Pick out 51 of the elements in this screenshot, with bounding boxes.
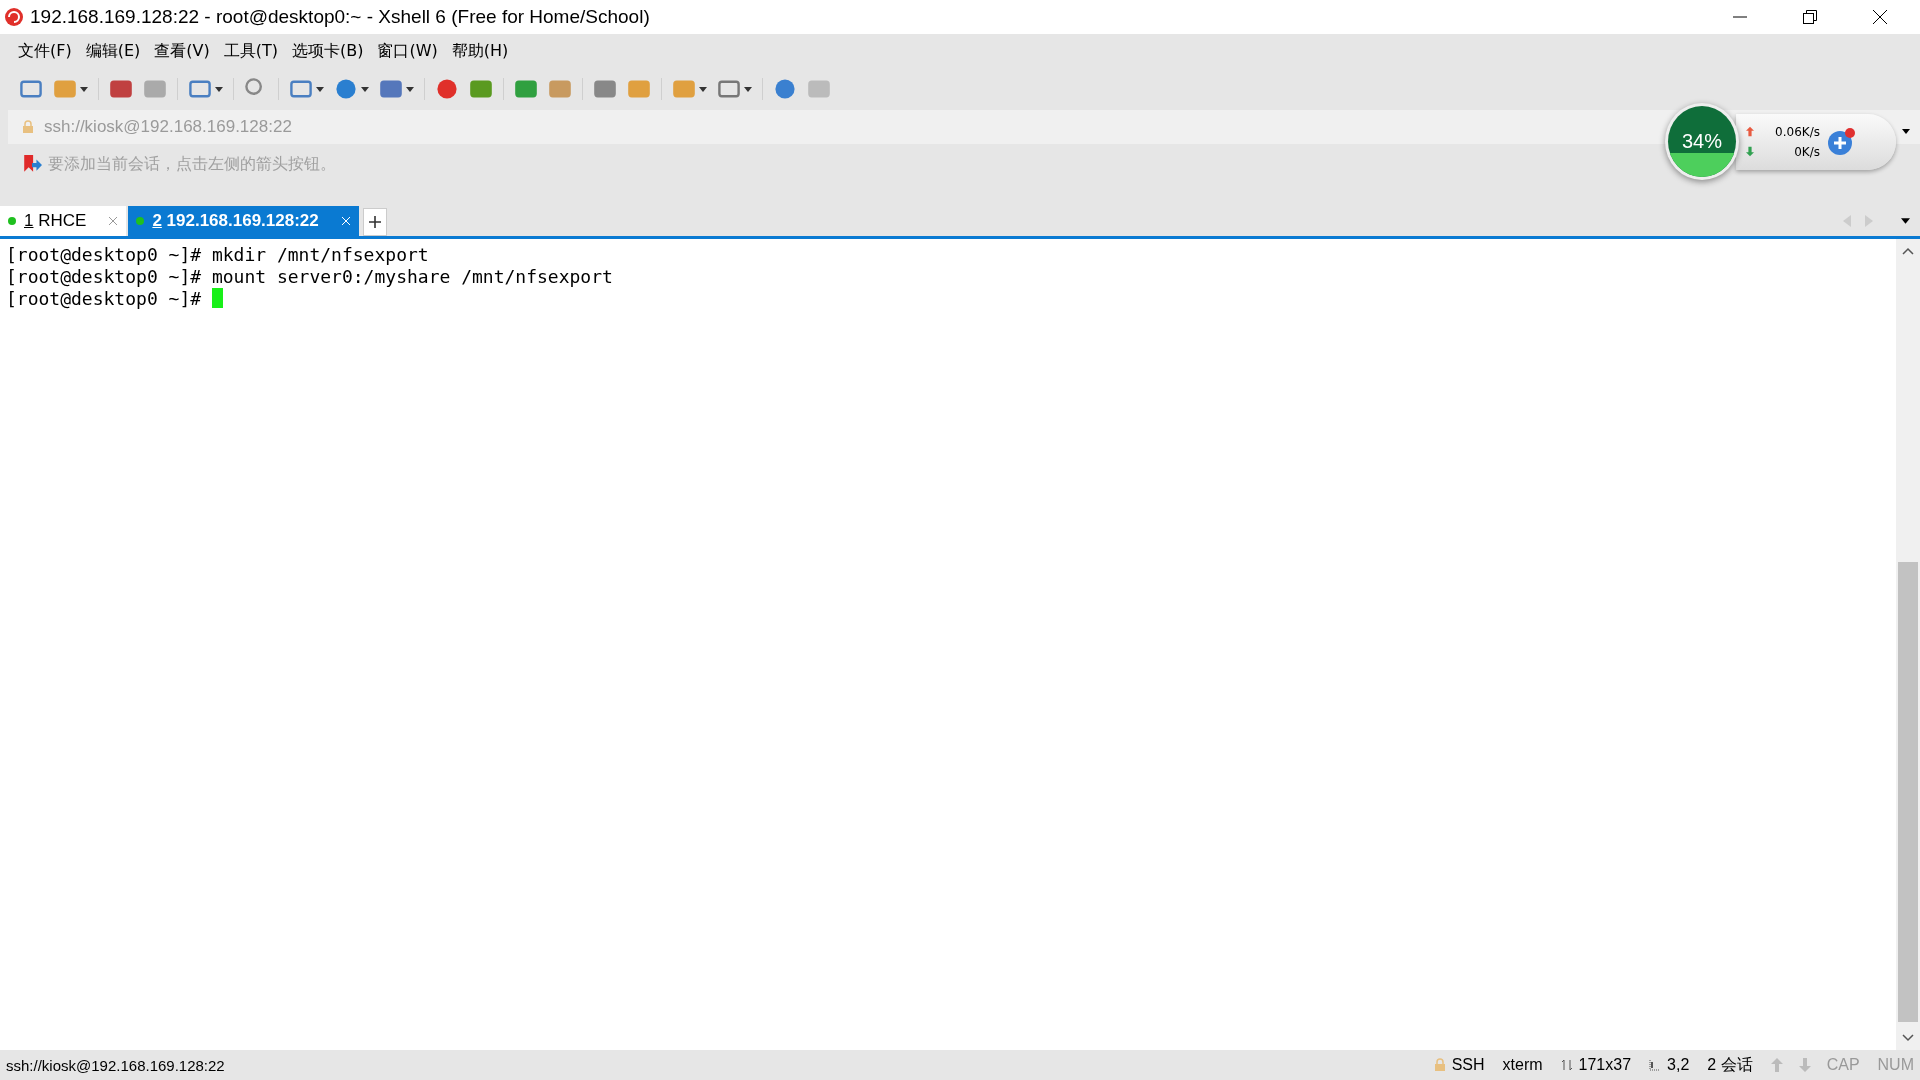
address-text: ssh://kiosk@192.168.169.128:22: [44, 117, 292, 137]
dropdown-arrow-icon[interactable]: [1902, 129, 1910, 134]
app-logo-icon: [4, 7, 24, 27]
dropdown-arrow-icon[interactable]: [744, 86, 752, 92]
dropdown-arrow-icon[interactable]: [699, 86, 707, 92]
bookmark-arrow-icon[interactable]: [22, 154, 42, 174]
plus-icon[interactable]: [1826, 126, 1856, 157]
menu-item[interactable]: 编辑(E): [85, 40, 141, 62]
upload-speed: 0.06K/s: [1775, 124, 1820, 139]
dropdown-arrow-icon[interactable]: [361, 86, 369, 92]
scroll-down-icon[interactable]: [1902, 1034, 1914, 1042]
dropdown-arrow-icon[interactable]: [80, 86, 88, 92]
close-icon[interactable]: [1872, 9, 1888, 25]
network-speed-panel[interactable]: 0.06K/s 0K/s: [1736, 113, 1896, 170]
menu-item[interactable]: 查看(V): [154, 40, 210, 62]
terminal-line: [root@desktop0 ~]#: [6, 287, 203, 309]
caps-lock-indicator: CAP: [1826, 1056, 1860, 1074]
download-speed: 0K/s: [1794, 144, 1820, 159]
menu-item[interactable]: 窗口(W): [377, 40, 438, 62]
scroll-up-icon[interactable]: [1902, 247, 1914, 255]
status-address: ssh://kiosk@192.168.169.128:22: [6, 1056, 225, 1074]
session-tab[interactable]: 2 192.168.169.128:22: [128, 206, 359, 236]
dropdown-arrow-icon[interactable]: [215, 86, 223, 92]
download-arrow-icon: [1746, 146, 1754, 157]
dropdown-arrow-icon[interactable]: [316, 86, 324, 92]
dropdown-arrow-icon[interactable]: [1901, 218, 1910, 224]
menu-item[interactable]: 选项卡(B): [292, 40, 364, 62]
terminal-line: [root@desktop0 ~]# mkdir /mnt/nfsexport: [6, 243, 429, 265]
menu-item[interactable]: 帮助(H): [451, 40, 509, 62]
hint-text: 要添加当前会话，点击左侧的箭头按钮。: [48, 153, 336, 175]
dropdown-arrow-icon[interactable]: [406, 86, 414, 92]
new-tab-icon[interactable]: [362, 208, 387, 236]
menu-item[interactable]: 工具(T): [223, 40, 278, 62]
cursor-position-icon: [1649, 1059, 1662, 1071]
window-title: 192.168.169.128:22 - root@desktop0:~ - Xshell 6 (Free for Home/School): [30, 6, 650, 28]
status-terminal-type: xterm: [1502, 1056, 1543, 1074]
scrollbar-thumb[interactable]: [1898, 562, 1918, 1022]
status-dot: [8, 217, 16, 225]
upload-arrow-icon: [1746, 126, 1754, 137]
status-position: 3,2: [1667, 1056, 1690, 1074]
menu-item[interactable]: 文件(F): [18, 40, 72, 62]
num-lock-indicator: NUM: [1877, 1056, 1914, 1074]
session-tab[interactable]: 1 RHCE: [0, 206, 127, 236]
restore-icon[interactable]: [1802, 9, 1818, 25]
status-size: 171x37: [1578, 1056, 1632, 1074]
status-protocol: SSH: [1451, 1056, 1485, 1074]
resize-icon: [1560, 1059, 1573, 1071]
scrollbar[interactable]: [1896, 239, 1920, 1050]
terminal-line: [root@desktop0 ~]# mount server0:/myshare /mnt/nfsexport: [6, 265, 613, 287]
status-dot: [136, 217, 145, 225]
status-sessions: 2 会话: [1707, 1054, 1753, 1075]
